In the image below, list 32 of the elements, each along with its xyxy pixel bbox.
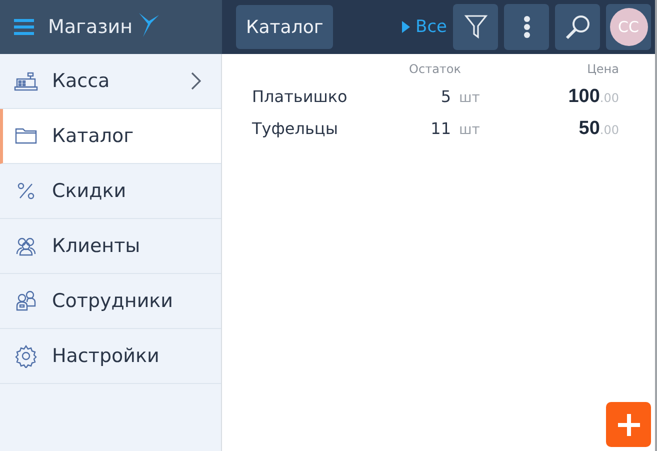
menu-icon[interactable] — [14, 19, 34, 35]
column-header: Цена — [586, 62, 620, 76]
bird-logo-icon — [138, 11, 161, 37]
search-icon — [564, 14, 590, 40]
unit-label: шт — [459, 90, 481, 106]
funnel-icon — [464, 14, 488, 40]
staff-icon — [14, 289, 38, 313]
add-button[interactable] — [606, 402, 651, 447]
stock-quantity: 5 — [440, 87, 451, 106]
settings-icon — [14, 344, 38, 368]
dots-icon — [524, 16, 530, 38]
stock-quantity: 11 — [430, 119, 451, 138]
product-name: Платьишко — [252, 87, 348, 106]
sidebar-item[interactable]: Настройки — [0, 329, 221, 384]
app-title: Магазин — [48, 16, 133, 38]
sidebar-item[interactable]: Сотрудники — [0, 274, 221, 329]
section-button[interactable]: Каталог — [236, 5, 334, 49]
search-button[interactable] — [555, 4, 600, 50]
filter-button[interactable] — [453, 4, 498, 50]
filter-link[interactable]: Все — [402, 17, 447, 37]
sidebar-item[interactable]: Клиенты — [0, 219, 221, 274]
column-header: Остаток — [408, 62, 462, 76]
caret-icon — [402, 21, 410, 33]
chevron-icon — [191, 72, 201, 90]
sidebar-item[interactable]: Каталог — [0, 109, 221, 164]
product-name: Туфельцы — [252, 119, 339, 138]
price: 100.00 — [567, 86, 620, 108]
more-button[interactable] — [504, 4, 549, 50]
sidebar-item[interactable]: Скидки — [0, 164, 221, 219]
unit-label: шт — [459, 122, 481, 138]
price: 50.00 — [578, 118, 620, 140]
plus-icon — [618, 414, 640, 436]
